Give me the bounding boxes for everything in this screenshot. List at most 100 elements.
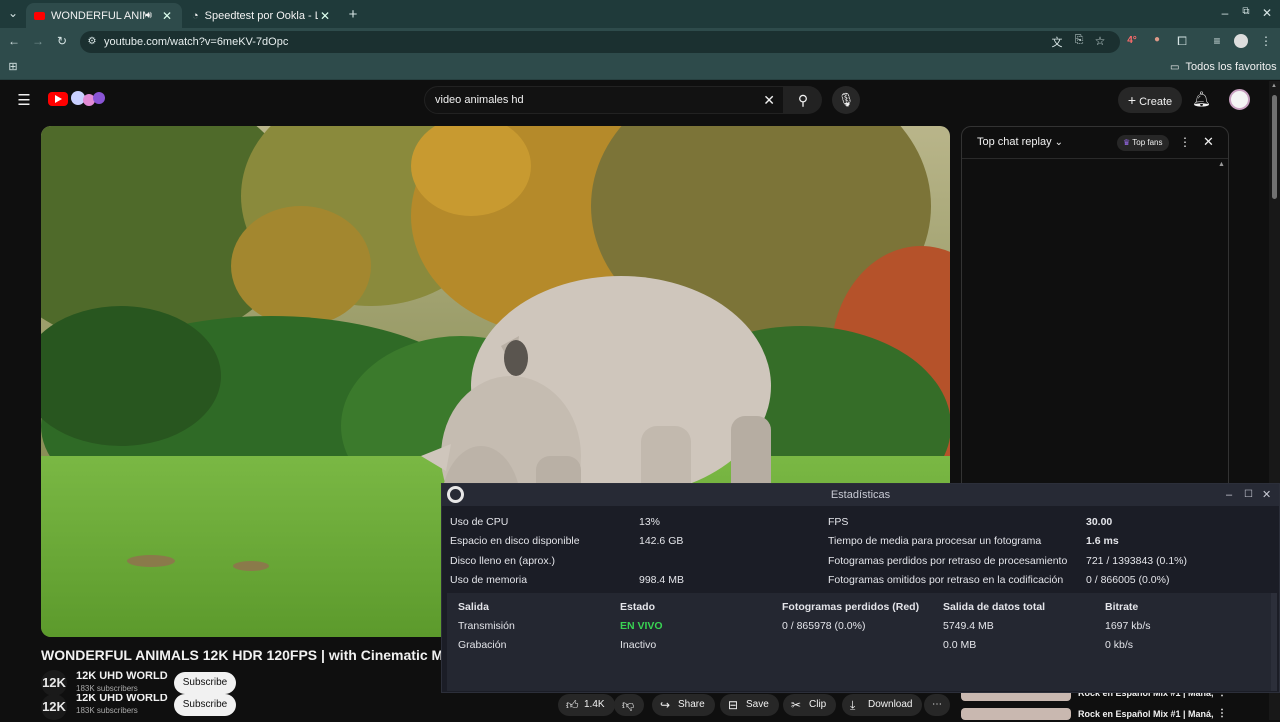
stat-label: Uso de CPU [450,516,509,528]
subscribe-button[interactable]: Subscribe [174,672,236,694]
restore-icon[interactable]: ⧉ [1238,6,1254,17]
stat-value: 0 / 866005 (0.0%) [1086,574,1170,586]
chat-mode-dropdown[interactable]: Top chat replay ⌄ [977,136,1063,148]
back-icon[interactable]: ← [6,34,22,48]
search-button[interactable]: ⚲ [784,86,822,114]
share-icon: ↪ [660,698,671,712]
stat-label: Disco lleno en (aprox.) [450,555,556,567]
close-tab-icon[interactable]: ✕ [318,9,332,23]
youtube-favicon-icon [34,11,45,20]
create-button[interactable]: + Create [1118,87,1182,113]
profile-avatar[interactable] [1234,34,1248,48]
search-input[interactable]: video animales hd ✕ [424,86,784,114]
subscribe-button[interactable]: Subscribe [174,694,236,716]
download-icon: ⤓ [850,698,856,712]
minimize-icon[interactable]: – [1217,6,1233,20]
channel-avatar[interactable]: 12K [41,694,67,720]
youtube-logo[interactable] [48,92,68,106]
chat-scroll-up-icon[interactable]: ▲ [1218,161,1225,168]
dislike-button[interactable]: 👎︎ [614,694,644,716]
doodle-logo[interactable] [71,90,107,108]
bookmark-star-icon[interactable]: ☆ [1092,34,1108,48]
new-tab-icon[interactable]: + [345,6,361,23]
search-value: video animales hd [435,94,524,106]
youtube-header: ☰ video animales hd ✕ ⚲ 🎙︎ + Create 🔔︎ [0,81,1280,119]
save-playlist-icon: ⊟ [728,698,739,712]
extension-badge[interactable]: 4° [1124,35,1140,46]
obs-minimize-icon[interactable]: – [1226,484,1232,506]
notifications-bell-icon[interactable]: 🔔︎ [1192,90,1211,108]
top-fans-label: Top fans [1132,138,1163,147]
translate-icon[interactable]: 文 [1049,34,1065,50]
obs-logo-icon [447,486,464,503]
more-actions-button[interactable]: ⋯ [924,694,950,716]
table-cell: 0.0 MB [943,639,977,651]
site-info-icon[interactable]: ⚙ [84,31,100,53]
clear-search-icon[interactable]: ✕ [763,87,775,113]
stat-value: 13% [639,516,661,528]
clip-button[interactable]: ✂ Clip [783,694,837,716]
channel-info-sticky[interactable]: 12K 12K UHD WORLD 183K subscribers Subsc… [41,694,241,720]
subscriber-count: 183K subscribers [76,684,138,693]
share-button[interactable]: ↪ Share [652,694,715,716]
close-tab-icon[interactable]: ✕ [160,9,174,23]
subscriber-count: 183K subscribers [76,706,138,715]
apps-grid-icon[interactable]: ⊞ [5,60,21,73]
table-cell: Transmisión [458,620,515,632]
hamburger-menu-icon[interactable]: ☰ [16,91,32,109]
save-label: Save [746,699,769,710]
reload-icon[interactable]: ↻ [54,34,70,48]
download-label: Download [868,699,913,710]
chat-more-icon[interactable]: ⋮ [1179,135,1191,149]
obs-table-scrollbar[interactable] [1271,593,1277,691]
address-bar[interactable]: ⚙ youtube.com/watch?v=6meKV-7dOpc [80,31,1120,53]
folder-icon: ▭ [1170,62,1180,73]
channel-avatar[interactable]: 12K [41,670,67,696]
channel-name[interactable]: 12K UHD WORLD [76,670,168,682]
obs-close-icon[interactable]: ✕ [1262,484,1271,506]
suggested-title[interactable]: Rock en Español Mix #1 | Maná, [1078,709,1214,719]
audio-playing-icon[interactable]: 🔊︎ [146,10,152,21]
save-button[interactable]: ⊟ Save [720,694,779,716]
clip-label: Clip [809,699,827,710]
tab-speedtest[interactable]: ◔ Speedtest por Ookla - La ✕ [184,3,340,28]
top-fans-button[interactable]: ♛ Top fans [1117,135,1169,151]
table-cell: Grabación [458,639,507,651]
chat-close-icon[interactable]: ✕ [1203,134,1214,150]
obs-title-bar[interactable]: Estadísticas – ☐ ✕ [442,484,1279,506]
channel-info[interactable]: 12K 12K UHD WORLD 183K subscribers Subsc… [41,670,241,696]
browser-toolbar: ← → ↻ ⚙ youtube.com/watch?v=6meKV-7dOpc … [0,28,1280,56]
browser-menu-icon[interactable]: ⋮ [1258,34,1274,48]
extensions-puzzle-icon[interactable]: ⧠ [1174,34,1190,49]
plus-icon: + [1127,92,1137,108]
scrollbar-thumb[interactable] [1272,95,1277,199]
folder-label: Todos los favoritos [1185,61,1277,73]
suggested-more-icon[interactable]: ⋮ [1217,708,1227,719]
extension-icon[interactable]: ● [1149,34,1165,45]
stat-label: FPS [828,516,849,528]
tab-youtube[interactable]: WONDERFUL ANIMALS 🔊︎ ✕ [26,3,182,28]
obs-output-table: Salida Estado Fotogramas perdidos (Red) … [447,593,1271,691]
like-button[interactable]: 👍︎ 1.4K [558,694,615,716]
scissors-icon: ✂ [791,698,802,712]
obs-maximize-icon[interactable]: ☐ [1244,484,1253,506]
tab-search-icon[interactable]: ⌄ [5,6,21,20]
stat-value: 998.4 MB [639,574,684,586]
voice-search-button[interactable]: 🎙︎ [832,86,860,114]
media-control-icon[interactable]: ≡ [1209,34,1225,48]
stat-label: Tiempo de media para procesar un fotogra… [828,535,1042,547]
all-bookmarks-folder[interactable]: ▭ Todos los favoritos [1170,61,1277,73]
stat-label: Fotogramas perdidos por retraso de proce… [828,555,1068,567]
chevron-down-icon: ⌄ [1054,137,1064,148]
account-avatar[interactable] [1229,89,1250,110]
scroll-up-arrow-icon[interactable]: ▲ [1271,83,1277,89]
forward-icon[interactable]: → [30,34,46,48]
stat-label: Espacio en disco disponible [450,535,580,547]
download-button[interactable]: ⤓ Download [842,694,923,716]
close-window-icon[interactable]: ✕ [1259,6,1275,20]
channel-name[interactable]: 12K UHD WORLD [76,694,168,704]
tab-title: Speedtest por Ookla - La [204,9,318,22]
share-label: Share [678,699,705,710]
install-app-icon[interactable]: ⎘ [1071,34,1087,47]
suggested-thumbnail[interactable] [961,708,1071,720]
